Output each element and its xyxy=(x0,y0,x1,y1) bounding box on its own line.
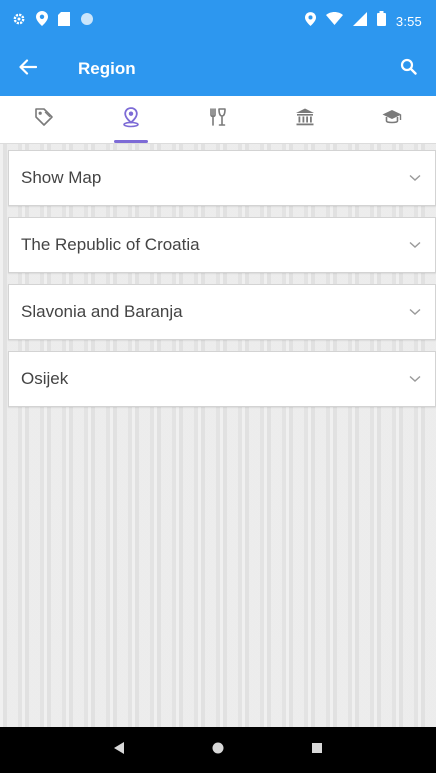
back-button[interactable] xyxy=(0,42,56,96)
search-button[interactable] xyxy=(394,55,422,83)
chevron-down-icon xyxy=(409,375,421,383)
signal-icon xyxy=(352,11,367,31)
location-icon xyxy=(36,11,48,31)
nav-back-button[interactable] xyxy=(99,730,139,770)
row-label: Slavonia and Baranja xyxy=(21,302,183,321)
triangle-back-icon xyxy=(113,741,125,760)
status-right-icons: 3:55 xyxy=(304,11,422,31)
app-bar: Region xyxy=(0,42,436,96)
system-nav-bar xyxy=(0,727,436,773)
arrow-left-icon xyxy=(19,58,38,80)
circle-home-icon xyxy=(211,741,225,760)
page-title: Region xyxy=(78,59,136,78)
wifi-icon xyxy=(325,12,343,30)
restaurant-icon xyxy=(207,106,229,133)
content-area: Show Map The Republic of Croatia Slavoni… xyxy=(0,144,436,727)
location-icon xyxy=(304,11,316,31)
row-label: The Republic of Croatia xyxy=(21,235,200,254)
sync-icon xyxy=(80,12,94,31)
tab-region[interactable] xyxy=(87,96,174,143)
museum-icon xyxy=(294,106,316,133)
country-row[interactable]: The Republic of Croatia xyxy=(8,217,436,273)
chevron-down-icon xyxy=(409,308,421,316)
nav-home-button[interactable] xyxy=(198,730,238,770)
show-map-row[interactable]: Show Map xyxy=(8,150,436,206)
graduation-cap-icon xyxy=(381,106,403,133)
tag-icon xyxy=(33,106,55,133)
active-tab-indicator xyxy=(113,140,148,143)
battery-icon xyxy=(376,11,386,31)
tab-culture[interactable] xyxy=(262,96,349,143)
row-label: Osijek xyxy=(21,369,69,388)
city-row[interactable]: Osijek xyxy=(8,351,436,407)
region-row[interactable]: Slavonia and Baranja xyxy=(8,284,436,340)
location-pin-icon xyxy=(120,106,142,133)
tab-attractions[interactable] xyxy=(0,96,87,143)
sd-card-icon xyxy=(58,11,70,31)
chevron-down-icon xyxy=(409,174,421,182)
square-recents-icon xyxy=(311,741,323,759)
chevron-down-icon xyxy=(409,241,421,249)
category-tabs xyxy=(0,96,436,144)
status-time: 3:55 xyxy=(395,13,422,29)
expandable-list: Show Map The Republic of Croatia Slavoni… xyxy=(8,150,436,418)
nav-recents-button[interactable] xyxy=(297,730,337,770)
search-icon xyxy=(400,58,417,80)
status-left-icons xyxy=(12,11,94,31)
status-bar: 3:55 xyxy=(0,0,436,42)
settings-icon xyxy=(12,12,26,31)
tab-food[interactable] xyxy=(174,96,261,143)
row-label: Show Map xyxy=(21,168,102,187)
tab-education[interactable] xyxy=(349,96,436,143)
